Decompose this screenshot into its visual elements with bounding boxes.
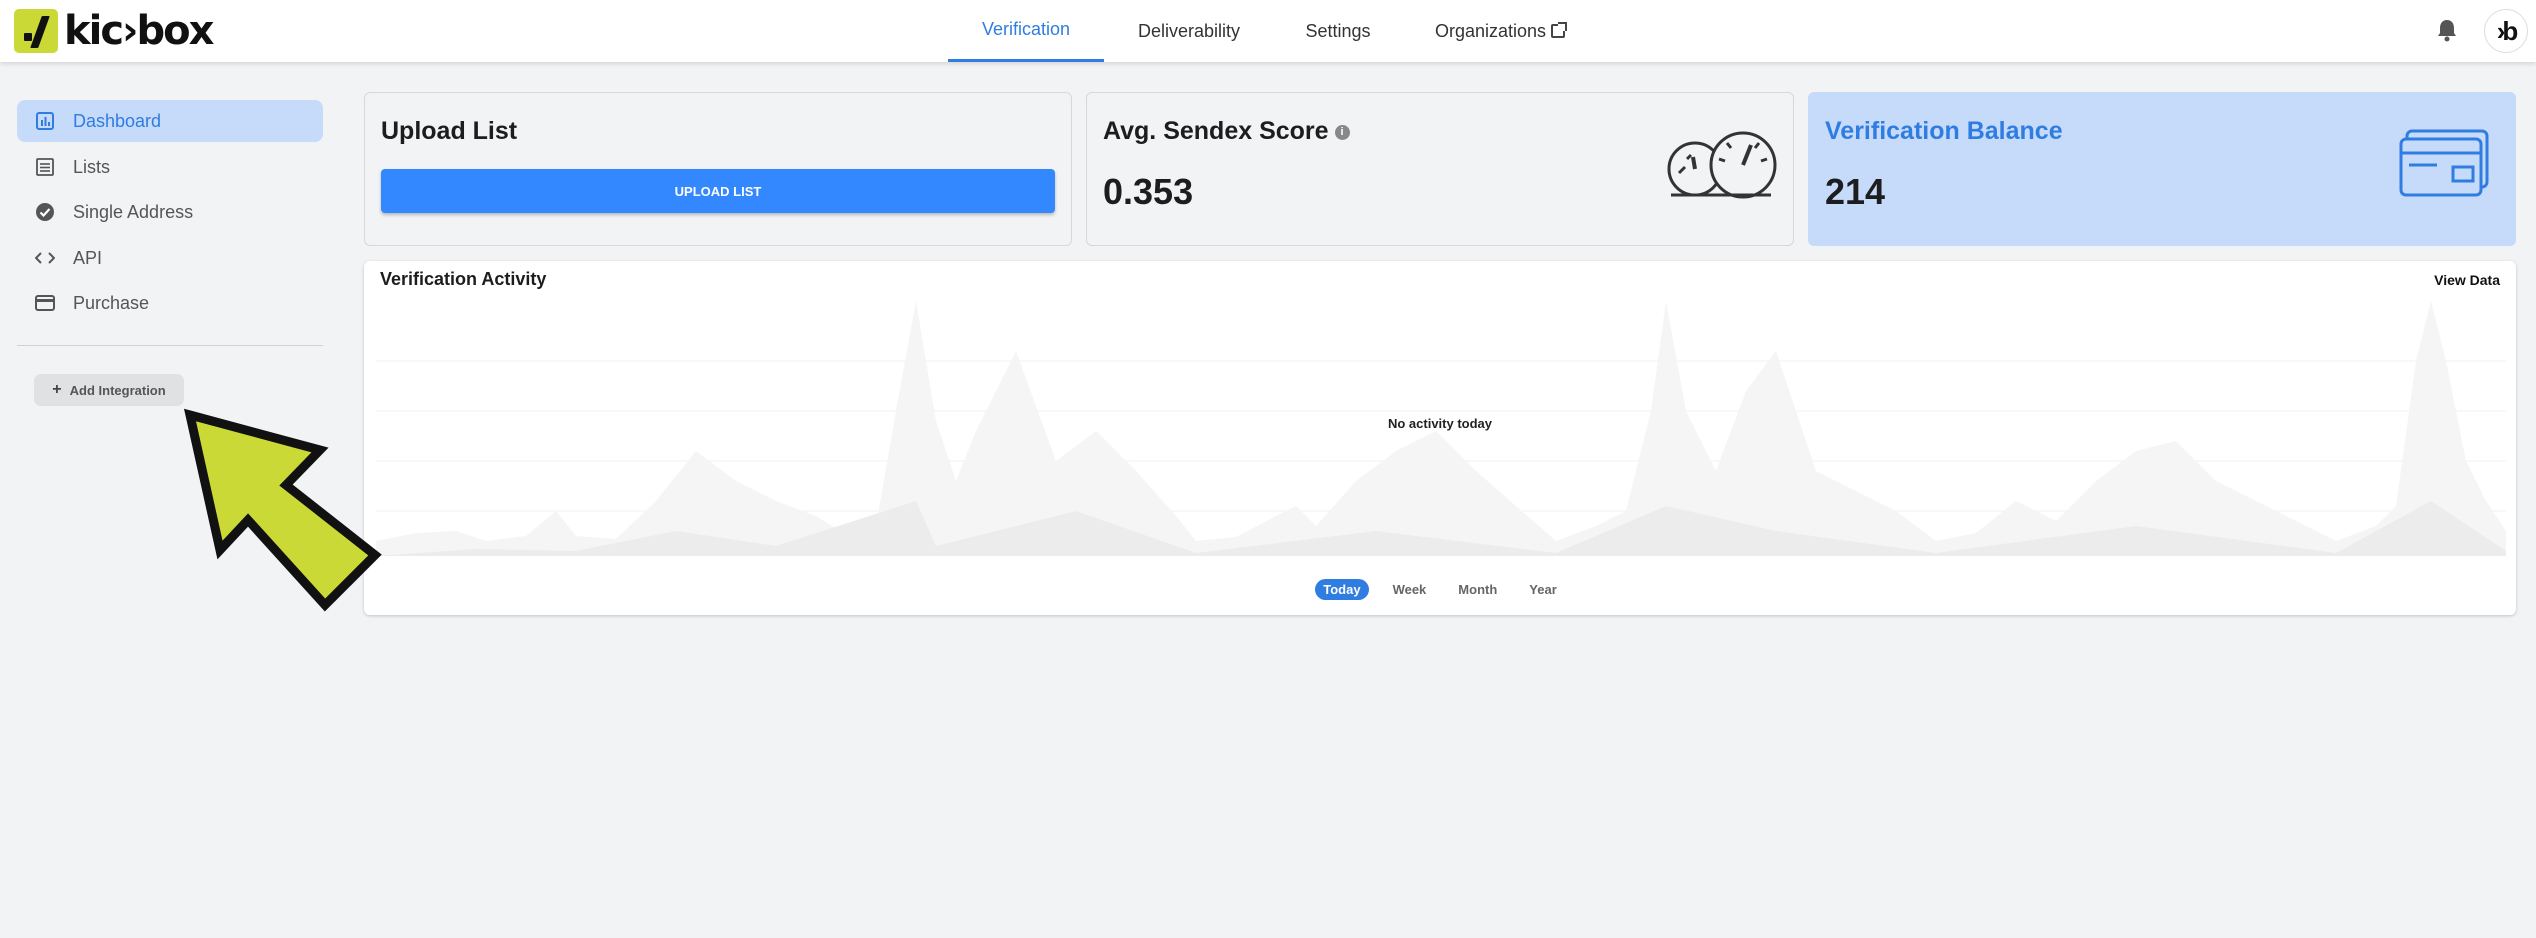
range-year[interactable]: Year bbox=[1521, 579, 1564, 600]
range-today[interactable]: Today bbox=[1315, 579, 1369, 600]
sidebar-item-api[interactable]: API bbox=[17, 237, 323, 279]
empty-state-message: No activity today bbox=[1387, 416, 1493, 431]
upload-list-button[interactable]: UPLOAD LIST bbox=[381, 169, 1055, 213]
gauge-icon bbox=[1667, 131, 1777, 199]
credit-card-icon bbox=[2399, 129, 2489, 197]
activity-title: Verification Activity bbox=[380, 269, 547, 289]
card-title: Verification Balance bbox=[1825, 117, 2063, 145]
sidebar-item-dashboard[interactable]: Dashboard bbox=[17, 100, 323, 142]
card-title-text: Avg. Sendex Score bbox=[1103, 117, 1329, 145]
sidebar-item-label: Dashboard bbox=[73, 110, 162, 131]
sidebar-item-single-address[interactable]: Single Address bbox=[17, 191, 323, 233]
nav-settings[interactable]: Settings bbox=[1290, 0, 1386, 62]
code-icon bbox=[35, 248, 55, 268]
chart-icon bbox=[35, 111, 55, 131]
time-range-selector: Today Week Month Year bbox=[364, 579, 2516, 600]
verification-activity-panel: Verification Activity View Data No activ… bbox=[364, 261, 2516, 615]
nav-deliverability[interactable]: Deliverability bbox=[1118, 0, 1260, 62]
avatar[interactable]: ›b bbox=[2484, 9, 2528, 53]
add-integration-button[interactable]: + Add Integration bbox=[34, 374, 184, 406]
sidebar-item-label: Purchase bbox=[73, 292, 150, 313]
sidebar-item-label: Lists bbox=[73, 156, 111, 177]
plus-icon: + bbox=[52, 381, 62, 398]
range-week[interactable]: Week bbox=[1385, 579, 1435, 600]
list-icon bbox=[35, 157, 55, 177]
nav-organizations[interactable]: Organizations bbox=[1420, 0, 1580, 62]
upload-list-card: Upload List UPLOAD LIST bbox=[364, 92, 1072, 246]
annotation-arrow-icon bbox=[183, 408, 382, 612]
sidebar-item-lists[interactable]: Lists bbox=[17, 146, 323, 188]
nav-label: Deliverability bbox=[1137, 20, 1241, 41]
bell-icon[interactable] bbox=[2436, 18, 2458, 42]
view-data-link[interactable]: View Data bbox=[2434, 272, 2500, 288]
info-icon[interactable]: i bbox=[1334, 124, 1350, 140]
sidebar-divider bbox=[17, 345, 323, 346]
sendex-score-value: 0.353 bbox=[1103, 171, 1194, 212]
add-integration-label: Add Integration bbox=[69, 382, 166, 398]
card-icon bbox=[35, 293, 55, 313]
check-circle-icon bbox=[35, 202, 55, 222]
card-title: Avg. Sendex Score i bbox=[1103, 117, 1350, 146]
top-bar: kic›box Verification Deliverability Sett… bbox=[0, 0, 2536, 62]
card-title: Upload List bbox=[381, 117, 518, 145]
verification-balance-card: Verification Balance 214 bbox=[1808, 92, 2516, 246]
balance-value: 214 bbox=[1825, 171, 1886, 212]
nav-verification[interactable]: Verification bbox=[948, 0, 1104, 62]
nav-label: Settings bbox=[1305, 20, 1371, 41]
sidebar-item-label: API bbox=[73, 247, 103, 268]
kickbox-logo[interactable]: kic›box bbox=[14, 8, 214, 54]
nav-label: Organizations bbox=[1434, 20, 1547, 41]
sidebar-item-label: Single Address bbox=[73, 201, 194, 222]
range-month[interactable]: Month bbox=[1450, 579, 1505, 600]
sidebar-item-purchase[interactable]: Purchase bbox=[17, 282, 323, 324]
logo-mark-icon bbox=[14, 9, 58, 53]
external-link-icon bbox=[1551, 22, 1568, 38]
nav-label: Verification bbox=[981, 19, 1071, 39]
logo-text: kic›box bbox=[64, 8, 214, 54]
sendex-score-card: Avg. Sendex Score i 0.353 bbox=[1086, 92, 1794, 246]
